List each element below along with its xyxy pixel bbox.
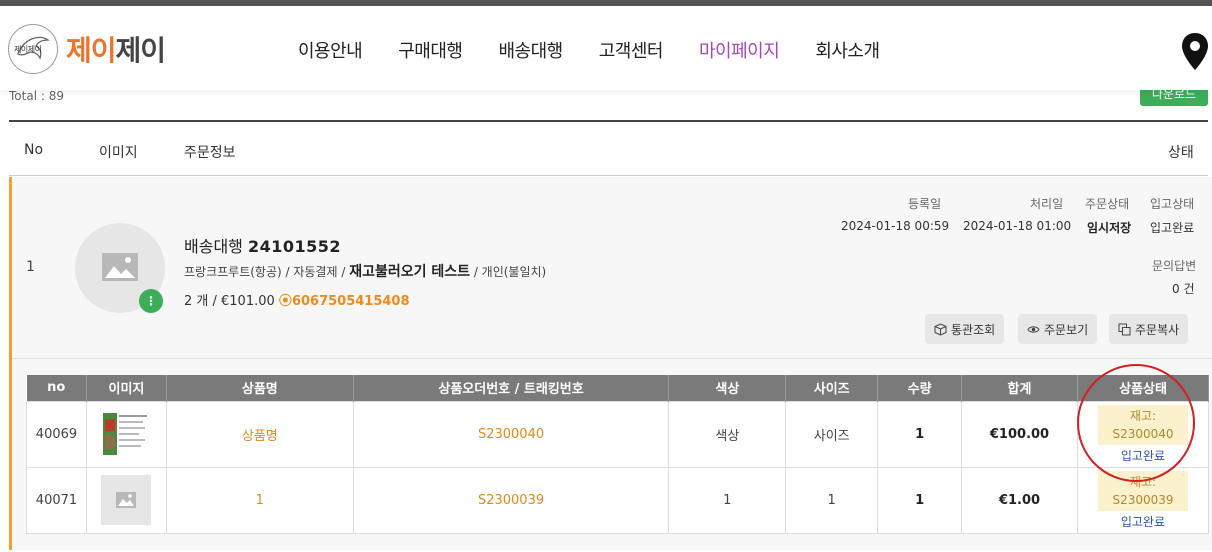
table-row: 40069 상품명 S2300040 색상 사이즈 1 €100.00 재고: … [26,400,1210,468]
nav-support[interactable]: 고객센터 [599,37,664,63]
th-order-no: 상품오더번호 / 트래킹번호 [353,375,670,401]
item-image[interactable] [85,466,167,534]
th-color: 색상 [668,375,787,401]
item-order-no[interactable]: S2300039 [352,466,670,534]
location-pin-icon: ⦿ [278,294,292,309]
main-nav: 이용안내 구매대행 배송대행 고객센터 마이페이지 회사소개 [280,37,898,63]
nav-company[interactable]: 회사소개 [815,37,880,63]
th-image: 이미지 [86,375,167,401]
col-no: No [24,142,44,158]
col-status: 상태 [1168,145,1194,161]
nav-shipping[interactable]: 배송대행 [499,37,564,63]
logo-badge: 제이제이 [8,18,58,80]
image-placeholder-icon [101,475,152,525]
item-color: 색상 [668,400,787,468]
item-name[interactable]: 상품명 [165,400,354,468]
th-size: 사이즈 [785,375,879,401]
item-total: €100.00 [961,400,1078,468]
order-summary: 1 ⋮ 배송대행 24101552 프랑크프루트(항공) / 자동결제 / 재고… [12,177,1212,359]
registered-label: 등록일 [908,197,942,211]
order-status-label: 주문상태 [1085,197,1130,211]
logo-text: 제이제이 [66,34,166,67]
tracking-number[interactable]: ⦿6067505415408 [279,294,410,309]
order-details: 프랑크프루트(항공) / 자동결제 / 재고불러오기 테스트 / 개인(불일치) [184,264,547,280]
col-info: 주문정보 [184,145,236,161]
item-color: 1 [668,466,787,534]
processed-date: 2024-01-18 01:00 [963,219,1072,233]
item-total: €1.00 [961,466,1078,534]
product-image [101,409,152,459]
registered-date: 2024-01-18 00:59 [841,219,950,233]
item-status-link[interactable]: 입고완료 [1078,513,1208,530]
nav-purchase[interactable]: 구매대행 [398,37,463,63]
logo[interactable]: 제이제이 제이제이 [8,18,166,80]
view-order-button[interactable]: 주문보기 [1018,314,1098,344]
warehouse-status: 입고완료 [1150,221,1195,235]
logo-badge-text: 제이제이 [14,45,42,54]
order-name: 재고불러오기 테스트 [349,264,470,280]
col-image: 이미지 [99,145,138,161]
th-total: 합계 [961,375,1078,401]
th-qty: 수량 [877,375,963,401]
inquiry-label: 문의답변 [1152,259,1197,273]
item-qty: 1 [877,400,963,468]
order-title[interactable]: 배송대행 24101552 [184,233,341,257]
map-pin-icon[interactable] [1181,32,1209,72]
items-header-row: no 이미지 상품명 상품오더번호 / 트래킹번호 색상 사이즈 수량 합계 상… [26,375,1210,401]
items-table: no 이미지 상품명 상품오더번호 / 트래킹번호 색상 사이즈 수량 합계 상… [26,375,1210,534]
item-no: 40071 [26,466,87,534]
table-row: 40071 1 S2300039 1 1 1 €1.00 재고: S2300039 [26,466,1210,534]
item-qty: 1 [877,466,963,534]
order-status: 임시저장 [1087,221,1132,235]
list-header: No 이미지 주문정보 상태 [9,120,1208,176]
copy-icon [1118,323,1131,335]
item-size: 1 [785,466,879,534]
site-header: 제이제이 제이제이 이용안내 구매대행 배송대행 고객센터 마이페이지 회사소개 [0,6,1212,90]
order-no: 1 [26,259,35,275]
item-image[interactable] [85,400,167,468]
th-no: no [26,375,87,401]
order-card: 1 ⋮ 배송대행 24101552 프랑크프루트(항공) / 자동결제 / 재고… [9,177,1212,550]
highlight-circle [1077,364,1195,482]
eye-icon [1027,325,1040,333]
box-icon [934,322,947,336]
processed-label: 처리일 [1030,197,1064,211]
copy-order-button[interactable]: 주문복사 [1109,314,1189,344]
item-size: 사이즈 [785,400,879,468]
image-placeholder-icon [102,253,138,281]
inquiry-count: 0 건 [1172,282,1195,296]
th-name: 상품명 [166,375,354,401]
item-order-no[interactable]: S2300040 [352,400,670,468]
order-qty-price: 2 개 / €101.00 ⦿6067505415408 [184,294,410,309]
warehouse-status-label: 입고상태 [1150,197,1195,211]
nav-mypage[interactable]: 마이페이지 [699,37,780,63]
item-no: 40069 [26,400,87,468]
customs-lookup-button[interactable]: 통관조회 [925,314,1005,344]
total-count: Total : 89 [9,89,64,103]
more-options-button[interactable]: ⋮ [139,289,163,313]
nav-guide[interactable]: 이용안내 [298,37,363,63]
item-name[interactable]: 1 [165,466,354,534]
